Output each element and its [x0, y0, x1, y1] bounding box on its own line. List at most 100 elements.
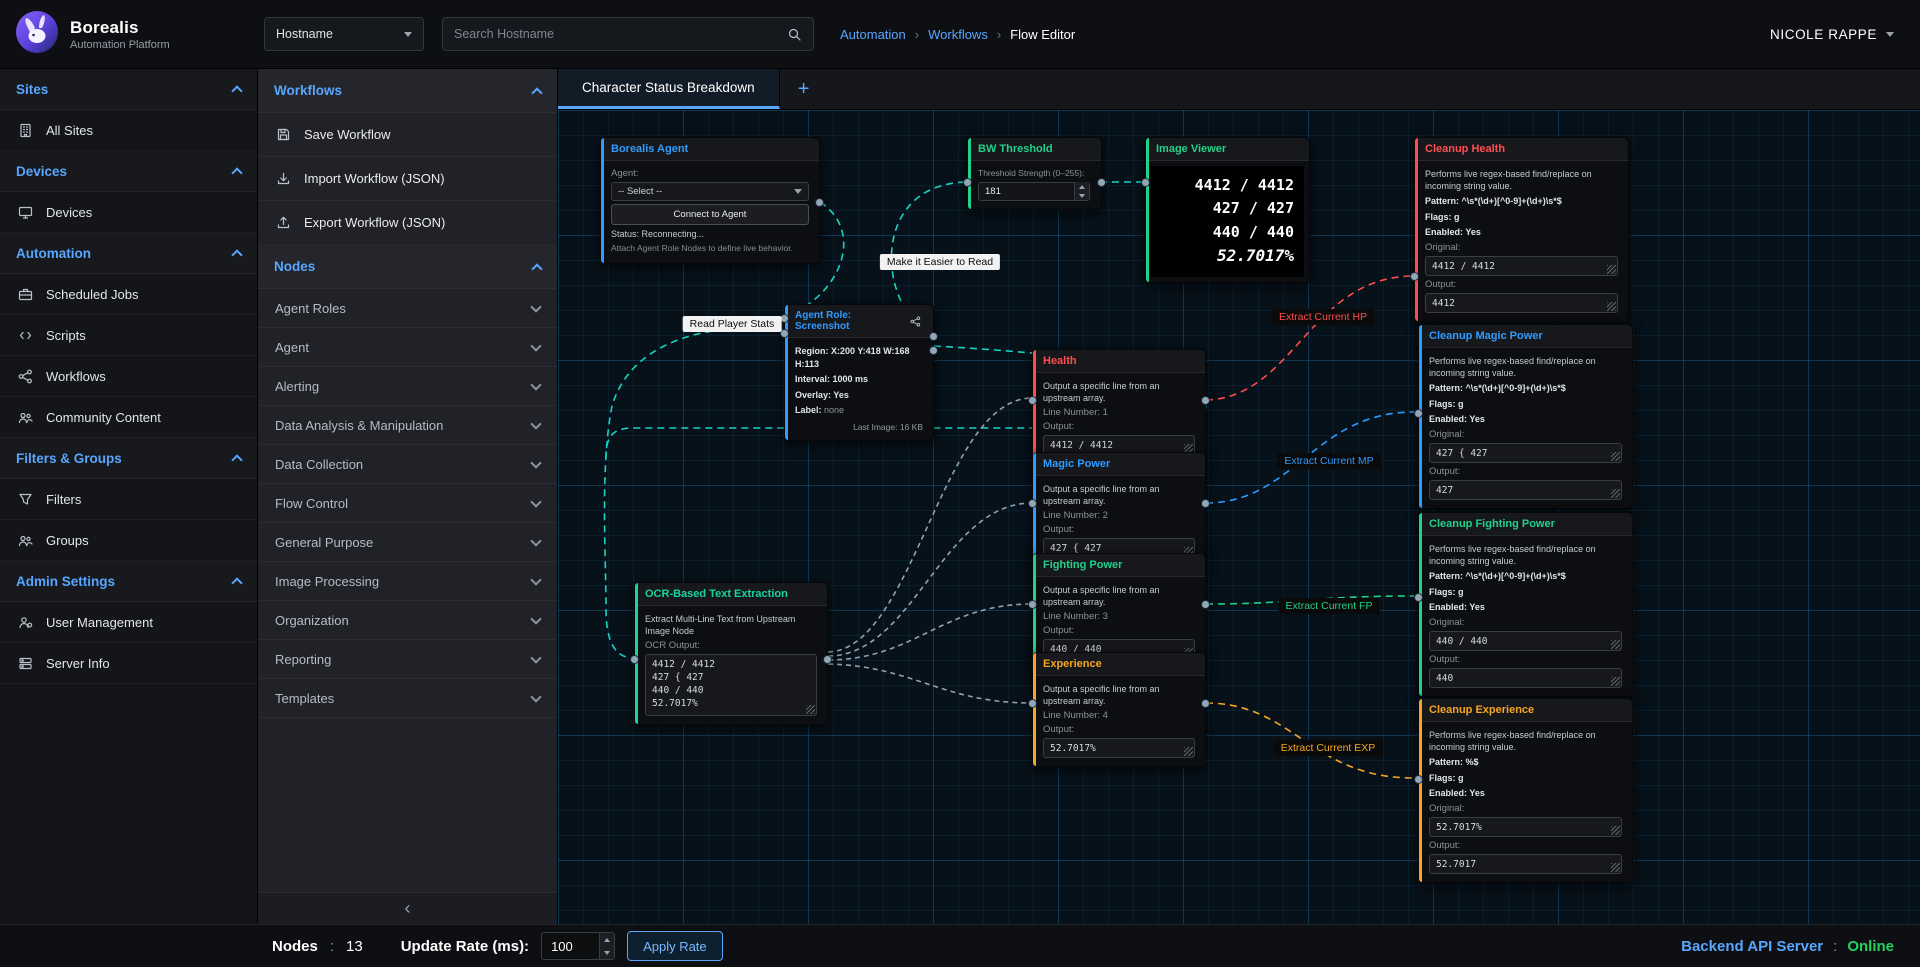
node-bw-threshold[interactable]: BW Threshold Threshold Strength (0–255): — [967, 137, 1102, 210]
output-textarea[interactable]: 440 — [1429, 668, 1622, 688]
sidebar-item-groups[interactable]: Groups — [0, 520, 257, 561]
node-category-data-collection[interactable]: Data Collection — [258, 445, 557, 484]
port-in[interactable] — [1028, 699, 1037, 708]
node-category-templates[interactable]: Templates — [258, 679, 557, 718]
output-textarea[interactable]: 52.7017% — [1043, 738, 1195, 758]
node-category-agent[interactable]: Agent — [258, 328, 557, 367]
connect-to-agent-button[interactable]: Connect to Agent — [611, 204, 809, 225]
node-cleanup-fighting-power[interactable]: Cleanup Fighting Power Performs live reg… — [1418, 512, 1633, 697]
port-out[interactable] — [929, 346, 938, 355]
add-tab-button[interactable]: + — [780, 69, 828, 109]
sidebar-item-devices[interactable]: Devices — [0, 192, 257, 233]
panel-item-label: Import Workflow (JSON) — [304, 171, 445, 186]
breadcrumb-workflows[interactable]: Workflows — [928, 27, 988, 42]
node-cleanup-magic-power[interactable]: Cleanup Magic Power Performs live regex-… — [1418, 324, 1633, 509]
tab-label: Character Status Breakdown — [582, 80, 755, 95]
node-category-reporting[interactable]: Reporting — [258, 640, 557, 679]
search-icon[interactable] — [786, 27, 802, 42]
sidebar-section-admin-settings[interactable]: Admin Settings — [0, 561, 257, 602]
sidebar-item-user-management[interactable]: User Management — [0, 602, 257, 643]
node-health[interactable]: Health Output a specific line from an up… — [1032, 349, 1206, 464]
sidebar-item-scripts[interactable]: Scripts — [0, 315, 257, 356]
port-in[interactable] — [1410, 272, 1419, 281]
output-textarea[interactable]: 52.7017 — [1429, 854, 1622, 874]
port-in[interactable] — [780, 314, 789, 323]
sidebar-item-scheduled-jobs[interactable]: Scheduled Jobs — [0, 274, 257, 315]
port-in[interactable] — [630, 655, 639, 664]
node-ocr-text-extraction[interactable]: OCR-Based Text Extraction Extract Multi-… — [634, 582, 828, 725]
port-in[interactable] — [1414, 409, 1423, 418]
port-in[interactable] — [1028, 499, 1037, 508]
original-textarea[interactable]: 52.7017% — [1429, 817, 1622, 837]
node-experience[interactable]: Experience Output a specific line from a… — [1032, 652, 1206, 767]
node-category-data-analysis[interactable]: Data Analysis & Manipulation — [258, 406, 557, 445]
node-category-organization[interactable]: Organization — [258, 601, 557, 640]
node-cleanup-experience[interactable]: Cleanup Experience Performs live regex-b… — [1418, 698, 1633, 883]
sidebar-section-automation[interactable]: Automation — [0, 233, 257, 274]
sidebar-item-filters[interactable]: Filters — [0, 479, 257, 520]
hostname-dropdown[interactable]: Hostname — [264, 17, 424, 51]
node-category-agent-roles[interactable]: Agent Roles — [258, 289, 557, 328]
workflows-section-header[interactable]: Workflows — [258, 69, 557, 113]
sidebar-item-all-sites[interactable]: All Sites — [0, 110, 257, 151]
port-out[interactable] — [1201, 499, 1210, 508]
sidebar-section-filters-groups[interactable]: Filters & Groups — [0, 438, 257, 479]
export-workflow-button[interactable]: Export Workflow (JSON) — [258, 201, 557, 245]
port-out[interactable] — [1097, 178, 1106, 187]
collapse-panel-button[interactable]: ‹ — [258, 892, 557, 924]
output-textarea[interactable]: 4412 — [1425, 293, 1618, 313]
sidebar-item-community-content[interactable]: Community Content — [0, 397, 257, 438]
original-textarea[interactable]: 440 / 440 — [1429, 631, 1622, 651]
port-out[interactable] — [815, 198, 824, 207]
share-icon[interactable] — [908, 316, 923, 327]
chevron-down-icon — [530, 652, 541, 663]
node-image-viewer[interactable]: Image Viewer 4412 / 4412 427 / 427 440 /… — [1145, 137, 1310, 283]
port-in[interactable] — [1028, 600, 1037, 609]
port-out[interactable] — [1201, 699, 1210, 708]
number-spinner[interactable] — [599, 933, 614, 959]
node-category-flow-control[interactable]: Flow Control — [258, 484, 557, 523]
search-box[interactable] — [442, 17, 814, 51]
node-cleanup-health[interactable]: Cleanup Health Performs live regex-based… — [1414, 137, 1629, 322]
original-textarea[interactable]: 427 { 427 — [1429, 443, 1622, 463]
number-spinner[interactable] — [1074, 182, 1089, 200]
sidebar-section-sites[interactable]: Sites — [0, 69, 257, 110]
node-category-image-processing[interactable]: Image Processing — [258, 562, 557, 601]
node-agent-role-screenshot[interactable]: Agent Role: Screenshot Region: X:200 Y:4… — [784, 304, 934, 441]
port-in[interactable] — [1414, 775, 1423, 784]
breadcrumb-automation[interactable]: Automation — [840, 27, 906, 42]
output-textarea[interactable]: 427 — [1429, 480, 1622, 500]
save-workflow-button[interactable]: Save Workflow — [258, 113, 557, 157]
port-in[interactable] — [1414, 593, 1423, 602]
node-category-general-purpose[interactable]: General Purpose — [258, 523, 557, 562]
search-hostname-input[interactable] — [454, 27, 778, 41]
agent-select[interactable]: -- Select -- — [611, 182, 809, 201]
chevron-down-icon — [794, 189, 802, 194]
node-fighting-power[interactable]: Fighting Power Output a specific line fr… — [1032, 553, 1206, 668]
node-category-alerting[interactable]: Alerting — [258, 367, 557, 406]
apply-rate-button[interactable]: Apply Rate — [627, 931, 723, 961]
port-in[interactable] — [963, 178, 972, 187]
sidebar-section-devices[interactable]: Devices — [0, 151, 257, 192]
flow-canvas[interactable]: Borealis Agent Agent: -- Select -- Conne… — [558, 110, 1920, 924]
port-out[interactable] — [1201, 600, 1210, 609]
node-magic-power[interactable]: Magic Power Output a specific line from … — [1032, 452, 1206, 567]
node-borealis-agent[interactable]: Borealis Agent Agent: -- Select -- Conne… — [600, 137, 820, 264]
sidebar-item-label: Groups — [46, 533, 89, 548]
port-in[interactable] — [1141, 178, 1150, 187]
original-textarea[interactable]: 4412 / 4412 — [1425, 256, 1618, 276]
port-out[interactable] — [823, 655, 832, 664]
sidebar-item-workflows[interactable]: Workflows — [0, 356, 257, 397]
port-out[interactable] — [1201, 396, 1210, 405]
port-in[interactable] — [780, 329, 789, 338]
sidebar-item-server-info[interactable]: Server Info — [0, 643, 257, 684]
chevron-up-icon — [231, 577, 242, 588]
port-out[interactable] — [929, 332, 938, 341]
tab-character-status-breakdown[interactable]: Character Status Breakdown — [558, 69, 780, 109]
user-menu[interactable]: NICOLE RAPPE — [1770, 27, 1894, 42]
port-in[interactable] — [1028, 396, 1037, 405]
ocr-output-textarea[interactable]: 4412 / 4412 427 { 427 440 / 440 52.7017% — [645, 654, 817, 716]
regex-flags: Flags: g — [1429, 586, 1622, 599]
import-workflow-button[interactable]: Import Workflow (JSON) — [258, 157, 557, 201]
nodes-section-header[interactable]: Nodes — [258, 245, 557, 289]
